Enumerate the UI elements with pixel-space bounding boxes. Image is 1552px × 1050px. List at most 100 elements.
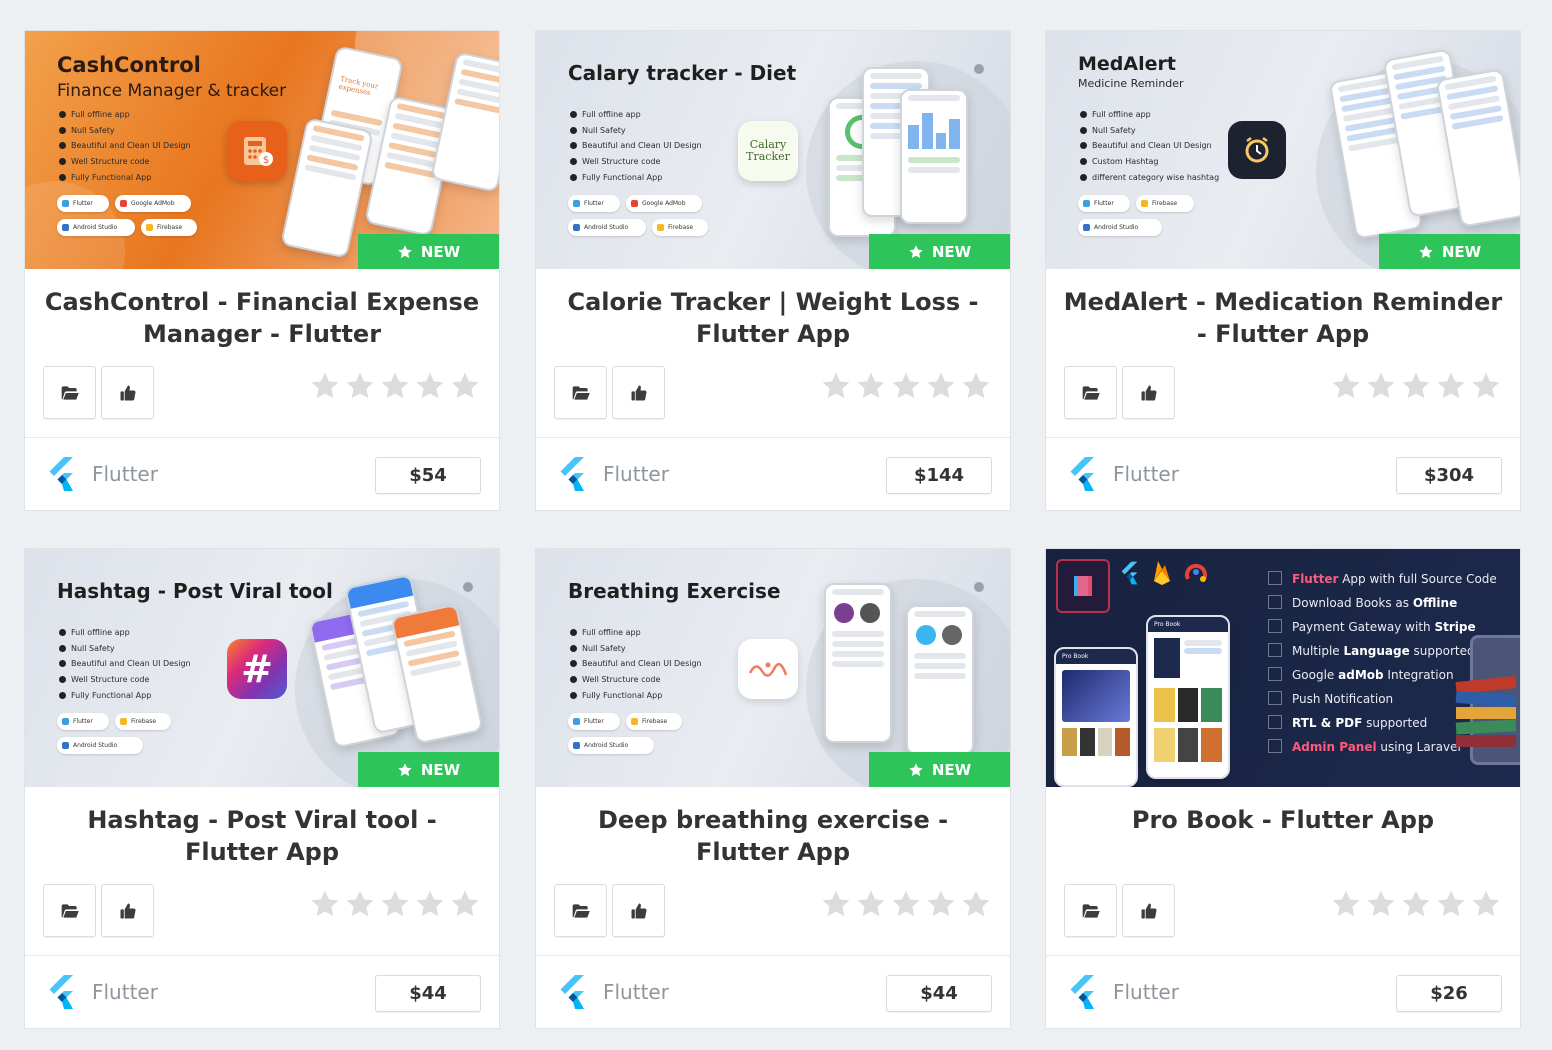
- star-icon: [1419, 244, 1433, 258]
- star-icon: [416, 890, 444, 917]
- rating-stars: [1330, 370, 1502, 402]
- flutter-logo-icon: [1070, 457, 1094, 491]
- folder-open-icon: [1082, 903, 1100, 918]
- thumb-tag: Android Studio: [57, 219, 135, 236]
- star-icon: [927, 372, 955, 399]
- folder-open-icon: [1082, 385, 1100, 400]
- thumb-feature: Beautiful and Clean UI Design: [1080, 138, 1219, 154]
- add-to-collection-button[interactable]: [1064, 366, 1117, 419]
- add-to-collection-button[interactable]: [43, 366, 96, 419]
- thumb-tag: Firebase: [652, 219, 708, 236]
- platform-label[interactable]: Flutter: [603, 462, 669, 486]
- star-icon: [451, 890, 479, 917]
- star-icon: [1367, 372, 1395, 399]
- star-icon: [451, 372, 479, 399]
- platform-label[interactable]: Flutter: [1113, 980, 1179, 1004]
- like-button[interactable]: [612, 884, 665, 937]
- add-to-collection-button[interactable]: [43, 884, 96, 937]
- thumb-feature: Full offline app: [570, 625, 702, 641]
- thumb-title: Breathing Exercise: [568, 579, 781, 603]
- folder-open-icon: [572, 903, 590, 918]
- add-to-collection-button[interactable]: [554, 884, 607, 937]
- product-thumbnail[interactable]: Pro Book Pro Book Flutter App with full …: [1046, 549, 1520, 787]
- rating-stars: [309, 370, 481, 402]
- feature-line-text: Multiple: [1292, 644, 1344, 658]
- price-button[interactable]: $54: [375, 457, 481, 494]
- action-buttons: [43, 884, 154, 937]
- product-card[interactable]: Calary tracker - Diet Full offline app N…: [535, 30, 1011, 511]
- product-thumbnail[interactable]: Hashtag - Post Viral tool Full offline a…: [25, 549, 499, 787]
- thumbs-up-icon: [120, 385, 136, 401]
- like-button[interactable]: [1122, 366, 1175, 419]
- feature-line-text: Download Books as: [1292, 596, 1413, 610]
- action-buttons: [1064, 884, 1175, 937]
- star-icon: [1472, 890, 1500, 917]
- card-footer: Flutter $54: [25, 438, 499, 510]
- books-stack-graphic: [1455, 675, 1517, 747]
- product-title[interactable]: Deep breathing exercise - Flutter App: [550, 804, 996, 868]
- feature-line: RTL & PDF supported: [1268, 715, 1427, 730]
- platform-label[interactable]: Flutter: [603, 980, 669, 1004]
- thumb-feature: Fully Functional App: [570, 688, 702, 704]
- product-card[interactable]: CashControl Finance Manager & tracker Fu…: [24, 30, 500, 511]
- thumbs-up-icon: [1141, 385, 1157, 401]
- star-icon: [346, 890, 374, 917]
- like-button[interactable]: [612, 366, 665, 419]
- add-to-collection-button[interactable]: [554, 366, 607, 419]
- star-icon: [311, 372, 339, 399]
- folder-open-icon: [61, 385, 79, 400]
- star-icon: [398, 762, 412, 776]
- platform-label[interactable]: Flutter: [1113, 462, 1179, 486]
- star-icon: [1332, 890, 1360, 917]
- product-thumbnail[interactable]: MedAlert Medicine Reminder Full offline …: [1046, 31, 1520, 269]
- thumb-tag: Flutter: [57, 195, 109, 212]
- star-icon: [1437, 372, 1465, 399]
- like-button[interactable]: [101, 366, 154, 419]
- product-card[interactable]: Breathing Exercise Full offline app Null…: [535, 548, 1011, 1029]
- product-title[interactable]: CashControl - Financial Expense Manager …: [39, 286, 485, 350]
- thumb-feature: Well Structure code: [59, 154, 191, 170]
- svg-text:$: $: [263, 155, 269, 166]
- product-thumbnail[interactable]: CashControl Finance Manager & tracker Fu…: [25, 31, 499, 269]
- product-card[interactable]: Hashtag - Post Viral tool Full offline a…: [24, 548, 500, 1029]
- alarm-clock-icon: [1228, 121, 1286, 179]
- price-button[interactable]: $144: [886, 457, 992, 494]
- star-icon: [1402, 372, 1430, 399]
- platform-label[interactable]: Flutter: [92, 462, 158, 486]
- card-footer: Flutter $44: [25, 956, 499, 1028]
- rating-stars: [820, 370, 992, 402]
- price-button[interactable]: $304: [1396, 457, 1502, 494]
- card-footer: Flutter $144: [536, 438, 1010, 510]
- product-title[interactable]: Pro Book - Flutter App: [1060, 804, 1506, 836]
- like-button[interactable]: [101, 884, 154, 937]
- product-card[interactable]: Pro Book Pro Book Flutter App with full …: [1045, 548, 1521, 1029]
- product-card[interactable]: MedAlert Medicine Reminder Full offline …: [1045, 30, 1521, 511]
- add-to-collection-button[interactable]: [1064, 884, 1117, 937]
- phone-title: Pro Book: [1056, 649, 1136, 664]
- thumb-tag: Firebase: [626, 713, 682, 730]
- product-title[interactable]: Hashtag - Post Viral tool - Flutter App: [39, 804, 485, 868]
- firebase-icon: [1154, 561, 1170, 585]
- product-title[interactable]: MedAlert - Medication Reminder - Flutter…: [1060, 286, 1506, 350]
- price-button[interactable]: $44: [886, 975, 992, 1012]
- phone-mockup: [900, 89, 968, 224]
- feature-line: Google adMob Integration: [1268, 667, 1454, 682]
- new-badge: NEW: [869, 234, 1010, 269]
- phone-mockup: Pro Book: [1054, 647, 1138, 787]
- like-button[interactable]: [1122, 884, 1175, 937]
- star-icon: [962, 372, 990, 399]
- thumb-tag: Google AdMob: [626, 195, 702, 212]
- hashtag-app-icon: #: [227, 639, 287, 699]
- star-icon: [381, 372, 409, 399]
- platform-label[interactable]: Flutter: [92, 980, 158, 1004]
- thumbs-up-icon: [1141, 903, 1157, 918]
- feature-line-text: Payment Gateway with: [1292, 620, 1435, 634]
- thumb-feature: Beautiful and Clean UI Design: [59, 656, 191, 672]
- price-button[interactable]: $44: [375, 975, 481, 1012]
- product-thumbnail[interactable]: Calary tracker - Diet Full offline app N…: [536, 31, 1010, 269]
- price-button[interactable]: $26: [1396, 975, 1502, 1012]
- product-title[interactable]: Calorie Tracker | Weight Loss - Flutter …: [550, 286, 996, 350]
- thumb-tag: Firebase: [141, 219, 197, 236]
- product-thumbnail[interactable]: Breathing Exercise Full offline app Null…: [536, 549, 1010, 787]
- flutter-logo-icon: [560, 975, 584, 1009]
